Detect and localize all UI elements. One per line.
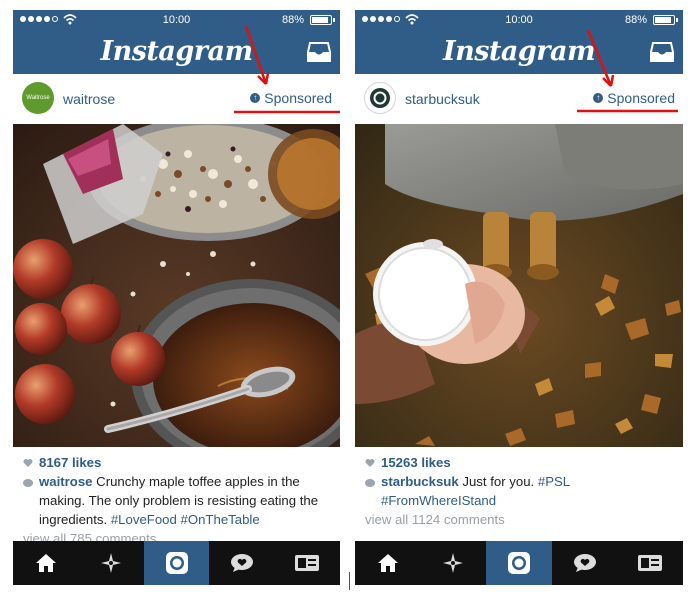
battery-level bbox=[655, 17, 671, 23]
caption-username[interactable]: waitrose bbox=[39, 474, 93, 489]
avatar[interactable]: Waitrose bbox=[22, 82, 54, 114]
sponsored-text: Sponsored bbox=[607, 90, 675, 106]
explore-star-icon bbox=[101, 553, 122, 573]
likes-row[interactable]: 15263 likes bbox=[365, 453, 451, 472]
sponsored-arrow-icon: ↑ bbox=[593, 93, 604, 103]
avatar[interactable] bbox=[364, 82, 396, 114]
likes-count: 15263 likes bbox=[381, 455, 451, 470]
camera-icon bbox=[507, 552, 530, 574]
home-icon bbox=[35, 554, 56, 572]
activity-bubble-icon bbox=[573, 554, 596, 572]
heart-icon bbox=[365, 458, 375, 467]
post-username[interactable]: starbucksuk bbox=[405, 91, 480, 107]
tab-explore[interactable] bbox=[78, 541, 143, 585]
post-meta: 15263 likes starbucksuk Just for you. #P… bbox=[355, 447, 683, 547]
activity-bubble-icon bbox=[230, 554, 253, 572]
comment-bubble-icon bbox=[365, 478, 375, 487]
battery-level bbox=[312, 17, 328, 23]
explore-star-icon bbox=[443, 553, 464, 573]
post-header: Waitrose waitrose ↑ Sponsored bbox=[13, 74, 340, 124]
tab-bar bbox=[355, 541, 683, 585]
app-logo: Instagram bbox=[100, 36, 253, 67]
caption-text: Just for you. bbox=[458, 474, 538, 489]
post-photo[interactable] bbox=[13, 124, 340, 447]
post-username[interactable]: waitrose bbox=[63, 91, 115, 107]
camera-icon bbox=[165, 552, 188, 574]
app-header: 10:00 88% Instagram bbox=[355, 10, 683, 74]
post-caption: starbucksuk Just for you. #PSL #FromWher… bbox=[365, 472, 677, 529]
battery-icon bbox=[653, 15, 678, 25]
sponsored-arrow-icon: ↑ bbox=[250, 93, 261, 103]
avatar-logo-text: Waitrose bbox=[26, 95, 50, 101]
app-header: 10:00 88% Instagram bbox=[13, 10, 340, 74]
battery-icon bbox=[310, 15, 335, 25]
profile-card-icon bbox=[638, 555, 663, 571]
instagram-screen-starbucks: 10:00 88% Instagram starbucksuk ↑ Sponso… bbox=[355, 10, 683, 585]
tab-camera[interactable] bbox=[143, 541, 210, 585]
instagram-screen-waitrose: 10:00 88% Instagram Waitrose waitrose ↑ … bbox=[13, 10, 340, 585]
tab-profile[interactable] bbox=[275, 541, 340, 585]
caption-hashtags[interactable]: #LoveFood #OnTheTable bbox=[111, 512, 260, 527]
tab-profile[interactable] bbox=[617, 541, 683, 585]
app-logo: Instagram bbox=[442, 36, 596, 67]
battery-percent: 88% bbox=[624, 14, 647, 26]
tab-home[interactable] bbox=[13, 541, 78, 585]
divider bbox=[349, 572, 350, 590]
sponsored-label[interactable]: ↑ Sponsored bbox=[250, 90, 332, 106]
comment-bubble-icon bbox=[23, 478, 33, 487]
home-icon bbox=[377, 554, 398, 572]
likes-row[interactable]: 8167 likes bbox=[23, 453, 101, 472]
post-caption: waitrose Crunchy maple toffee apples in … bbox=[23, 472, 334, 548]
tab-activity[interactable] bbox=[209, 541, 274, 585]
status-bar: 10:00 88% bbox=[13, 10, 340, 30]
heart-icon bbox=[23, 458, 33, 467]
starbucks-logo-icon bbox=[370, 88, 390, 108]
inbox-icon[interactable] bbox=[307, 42, 331, 62]
view-comments-link[interactable]: view all 1124 comments bbox=[365, 510, 677, 529]
tab-activity[interactable] bbox=[552, 541, 618, 585]
tab-home[interactable] bbox=[355, 541, 421, 585]
post-header: starbucksuk ↑ Sponsored bbox=[355, 74, 683, 124]
post-photo[interactable] bbox=[355, 124, 683, 447]
tab-camera[interactable] bbox=[486, 541, 552, 585]
tab-explore[interactable] bbox=[421, 541, 487, 585]
sponsored-text: Sponsored bbox=[264, 90, 332, 106]
inbox-icon[interactable] bbox=[650, 42, 674, 62]
likes-count: 8167 likes bbox=[39, 455, 102, 470]
status-bar: 10:00 88% bbox=[355, 10, 683, 30]
tab-bar bbox=[13, 541, 340, 585]
caption-username[interactable]: starbucksuk bbox=[381, 474, 459, 489]
battery-percent: 88% bbox=[281, 14, 304, 26]
profile-card-icon bbox=[295, 555, 320, 571]
sponsored-label[interactable]: ↑ Sponsored bbox=[593, 90, 675, 106]
post-meta: 8167 likes waitrose Crunchy maple toffee… bbox=[13, 447, 340, 547]
